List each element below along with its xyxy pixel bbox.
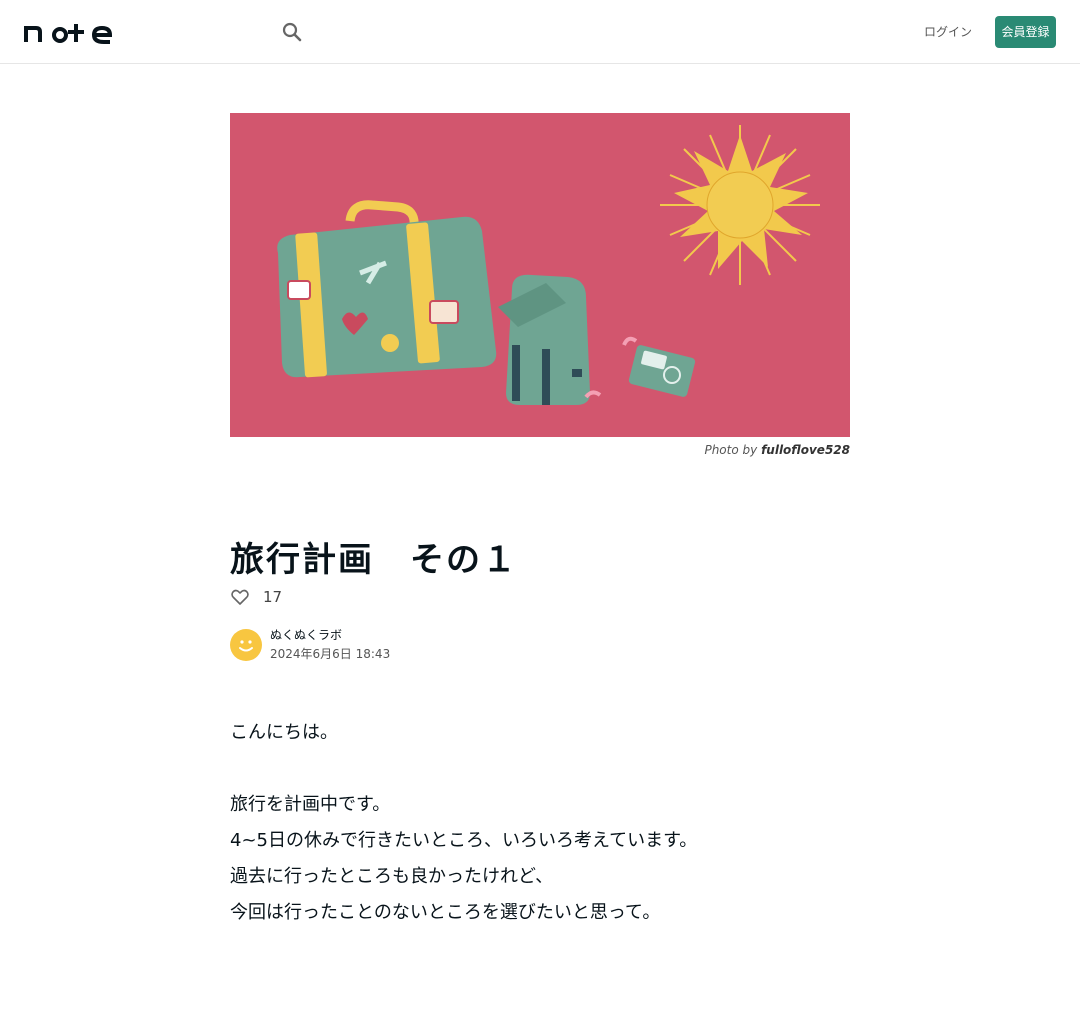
- note-logo[interactable]: [24, 20, 124, 44]
- body-paragraph: 4~5日の休みで行きたいところ、いろいろ考えています。: [230, 830, 698, 851]
- backpack-illustration: [498, 274, 590, 405]
- smile-icon: [239, 640, 253, 652]
- music-player-illustration: [584, 336, 696, 399]
- author-name[interactable]: ぬくぬくラボ: [270, 627, 390, 643]
- photo-credit: Photo by fulloflove528: [600, 443, 850, 457]
- body-paragraph: 今回は行ったことのないところを選びたいと思って。: [230, 902, 661, 923]
- author-avatar[interactable]: [230, 629, 262, 661]
- login-link[interactable]: ログイン: [918, 20, 978, 44]
- body-blank-line: [230, 756, 850, 792]
- body-paragraph: 過去に行ったところも良かったけれど、: [230, 866, 554, 887]
- hero-image: [230, 113, 850, 437]
- site-header: ログイン 会員登録: [0, 0, 1080, 64]
- body-paragraph: こんにちは。: [230, 722, 338, 743]
- signup-button[interactable]: 会員登録: [995, 16, 1056, 48]
- like-area: 17: [230, 586, 282, 608]
- suitcase-illustration: [277, 200, 497, 378]
- search-icon[interactable]: [280, 20, 304, 44]
- author-block[interactable]: ぬくぬくラボ 2024年6月6日 18:43: [230, 627, 390, 663]
- like-count[interactable]: 17: [263, 588, 282, 606]
- sun-illustration: [660, 125, 820, 285]
- body-paragraph: 旅行を計画中です。: [230, 794, 391, 815]
- article-body: こんにちは。 旅行を計画中です。 4~5日の休みで行きたいところ、いろいろ考えて…: [230, 720, 850, 936]
- post-date: 2024年6月6日 18:43: [270, 647, 391, 661]
- photo-credit-prefix: Photo by: [704, 443, 758, 457]
- heart-icon[interactable]: [230, 587, 250, 607]
- article-title: 旅行計画 その１: [230, 540, 518, 580]
- photo-credit-author-link[interactable]: fulloflove528: [761, 443, 850, 457]
